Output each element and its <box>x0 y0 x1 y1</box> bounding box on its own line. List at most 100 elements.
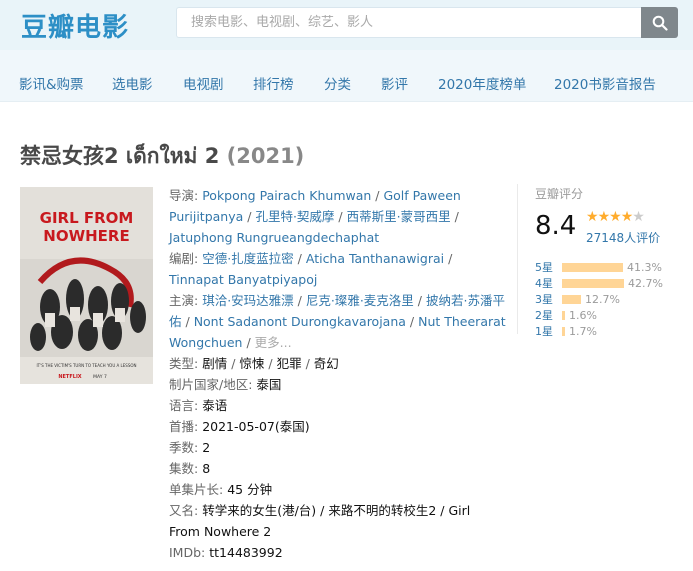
nav-item-annual-list[interactable]: 2020年度榜单 <box>438 73 526 93</box>
cast-link[interactable]: 琪洽·安玛达雅漂 <box>202 293 293 308</box>
nav-item-tickets[interactable]: 影讯&购票 <box>19 73 84 93</box>
episodes-value: 8 <box>202 461 211 476</box>
imdb-label: IMDb: <box>169 545 206 560</box>
cast-link[interactable]: Nont Sadanont Durongkavarojana <box>194 314 406 329</box>
top-bar: 豆瓣电影 <box>0 0 693 50</box>
dist-bar <box>562 294 581 304</box>
runtime-value: 45 分钟 <box>227 482 273 497</box>
cast-label: 主演 <box>169 293 195 308</box>
poster-date: MAY 7 <box>93 374 107 380</box>
imdb-value: tt14483992 <box>209 545 283 560</box>
director-link[interactable]: Jatuphong Rungrueangdechaphat <box>169 230 379 245</box>
country-value: 泰国 <box>256 377 282 392</box>
dist-bar <box>562 310 565 320</box>
language-value: 泰语 <box>202 398 228 413</box>
writer-link[interactable]: Aticha Tanthanawigrai <box>306 251 444 266</box>
writer-link[interactable]: Tinnapat Banyatpiyapoj <box>169 272 317 287</box>
douban-movie-logo[interactable]: 豆瓣电影 <box>21 7 129 44</box>
seasons-row: 季数: 2 <box>169 437 509 458</box>
nav-item-reviews[interactable]: 影评 <box>381 73 408 93</box>
aka-row-continued: From Nowhere 2 <box>169 521 509 542</box>
rating-dist-row: 4星 42.7% <box>535 275 675 291</box>
seasons-label: 季数: <box>169 440 199 455</box>
rating-score: 8.4 <box>535 211 577 241</box>
dist-bar <box>562 278 624 288</box>
premiere-value: 2021-05-07(泰国) <box>202 419 310 434</box>
search-icon <box>652 15 668 31</box>
runtime-label: 单集片长: <box>169 482 224 497</box>
aka-value: 转学来的女生(港/台) / 来路不明的转校生2 / Girl <box>202 503 471 518</box>
more-cast-link[interactable]: 更多... <box>255 335 292 350</box>
nav-item-categories[interactable]: 分类 <box>324 73 351 93</box>
dist-bar <box>562 326 565 336</box>
rating-count-link[interactable]: 27148人评价 <box>586 229 660 246</box>
director-link[interactable]: 孔里特·契威摩 <box>255 209 334 224</box>
rating-dist-row: 1星 1.7% <box>535 323 675 339</box>
poster-tagline: IT'S THE VICTIM'S TURN TO TEACH YOU A LE… <box>36 363 136 368</box>
dist-percent: 1.7% <box>569 324 597 338</box>
writer-link[interactable]: 空德·扎度蓝拉密 <box>202 251 293 266</box>
star-icon: ★ <box>597 209 611 225</box>
seasons-value: 2 <box>202 440 211 455</box>
rating-dist-row: 2星 1.6% <box>535 307 675 323</box>
genre-value: 奇幻 <box>313 356 339 371</box>
language-row: 语言: 泰语 <box>169 395 509 416</box>
genre-value: 惊悚 <box>239 356 265 371</box>
dist-percent: 41.3% <box>627 260 662 274</box>
country-row: 制片国家/地区: 泰国 <box>169 374 509 395</box>
episodes-row: 集数: 8 <box>169 458 509 479</box>
dist-percent: 42.7% <box>628 276 663 290</box>
runtime-row: 单集片长: 45 分钟 <box>169 479 509 500</box>
rating-distribution: 5星 41.3% 4星 42.7% 3星 12.7% 2星 1.6% 1星 1.… <box>535 259 675 339</box>
search-input[interactable] <box>177 8 641 37</box>
poster-headline-2: NOWHERE <box>43 227 129 245</box>
search-box <box>176 7 641 38</box>
rating-dist-row: 5星 41.3% <box>535 259 675 275</box>
language-label: 语言: <box>169 398 199 413</box>
poster-artwork: GIRL FROM NOWHERE IT'S THE VICTIM'S TURN… <box>20 187 153 384</box>
episodes-label: 集数: <box>169 461 199 476</box>
premiere-label: 首播: <box>169 419 199 434</box>
nav-bar: 影讯&购票 选电影 电视剧 排行榜 分类 影评 2020年度榜单 2020书影音… <box>0 50 693 102</box>
netflix-logo: NETFLIX <box>58 374 81 380</box>
poster-image[interactable]: GIRL FROM NOWHERE IT'S THE VICTIM'S TURN… <box>20 187 153 384</box>
rating-dist-row: 3星 12.7% <box>535 291 675 307</box>
dist-label[interactable]: 5星 <box>535 259 562 275</box>
writers-row: 编剧: 空德·扎度蓝拉密 / Aticha Tanthanawigrai / T… <box>169 251 453 287</box>
genre-row: 类型: 剧情 / 惊悚 / 犯罪 / 奇幻 <box>169 356 339 371</box>
title-year: (2021) <box>226 144 305 168</box>
cast-link[interactable]: 尼克·璨雅·麦克洛里 <box>306 293 414 308</box>
dist-percent: 1.6% <box>569 308 597 322</box>
dist-label[interactable]: 1星 <box>535 323 562 339</box>
page-title: 禁忌女孩2 เด็กใหม่ 2 (2021) <box>20 140 304 173</box>
star-rating: ★★★★★ <box>586 209 645 225</box>
search-button[interactable] <box>641 7 678 38</box>
dist-percent: 12.7% <box>585 292 620 306</box>
nav-item-charts[interactable]: 排行榜 <box>253 73 294 93</box>
genre-value: 剧情 <box>202 356 228 371</box>
rating-title: 豆瓣评分 <box>535 187 584 201</box>
director-link[interactable]: 西蒂斯里·蒙哥西里 <box>347 209 451 224</box>
premiere-row: 首播: 2021-05-07(泰国) <box>169 416 509 437</box>
imdb-row: IMDb: tt14483992 <box>169 542 509 563</box>
nav-item-tv[interactable]: 电视剧 <box>183 73 224 93</box>
directors-row: 导演: Pokpong Pairach Khumwan / Golf Pawee… <box>169 188 461 245</box>
director-label: 导演 <box>169 188 195 203</box>
aka-label: 又名: <box>169 503 199 518</box>
star-icon: ★ <box>620 209 634 225</box>
dist-label[interactable]: 3星 <box>535 291 562 307</box>
rating-panel: 豆瓣评分 8.4 ★★★★★ 27148人评价 5星 41.3% 4星 42.7… <box>517 184 687 338</box>
director-link[interactable]: Pokpong Pairach Khumwan <box>202 188 371 203</box>
star-icon: ★ <box>609 209 622 225</box>
genre-label: 类型: <box>169 356 199 371</box>
star-icon: ★ <box>586 209 599 225</box>
dist-label[interactable]: 2星 <box>535 307 562 323</box>
dist-label[interactable]: 4星 <box>535 275 562 291</box>
country-label: 制片国家/地区: <box>169 377 253 392</box>
nav-item-annual-report[interactable]: 2020书影音报告 <box>554 73 656 93</box>
poster-headline-1: GIRL FROM <box>40 209 134 227</box>
aka-row: 又名: 转学来的女生(港/台) / 来路不明的转校生2 / Girl <box>169 500 509 521</box>
nav-item-explore[interactable]: 选电影 <box>112 73 153 93</box>
cast-row: 主演: 琪洽·安玛达雅漂 / 尼克·璨雅·麦克洛里 / 披纳若·苏潘平佑 / N… <box>169 293 506 350</box>
star-icon: ★ <box>632 209 645 225</box>
